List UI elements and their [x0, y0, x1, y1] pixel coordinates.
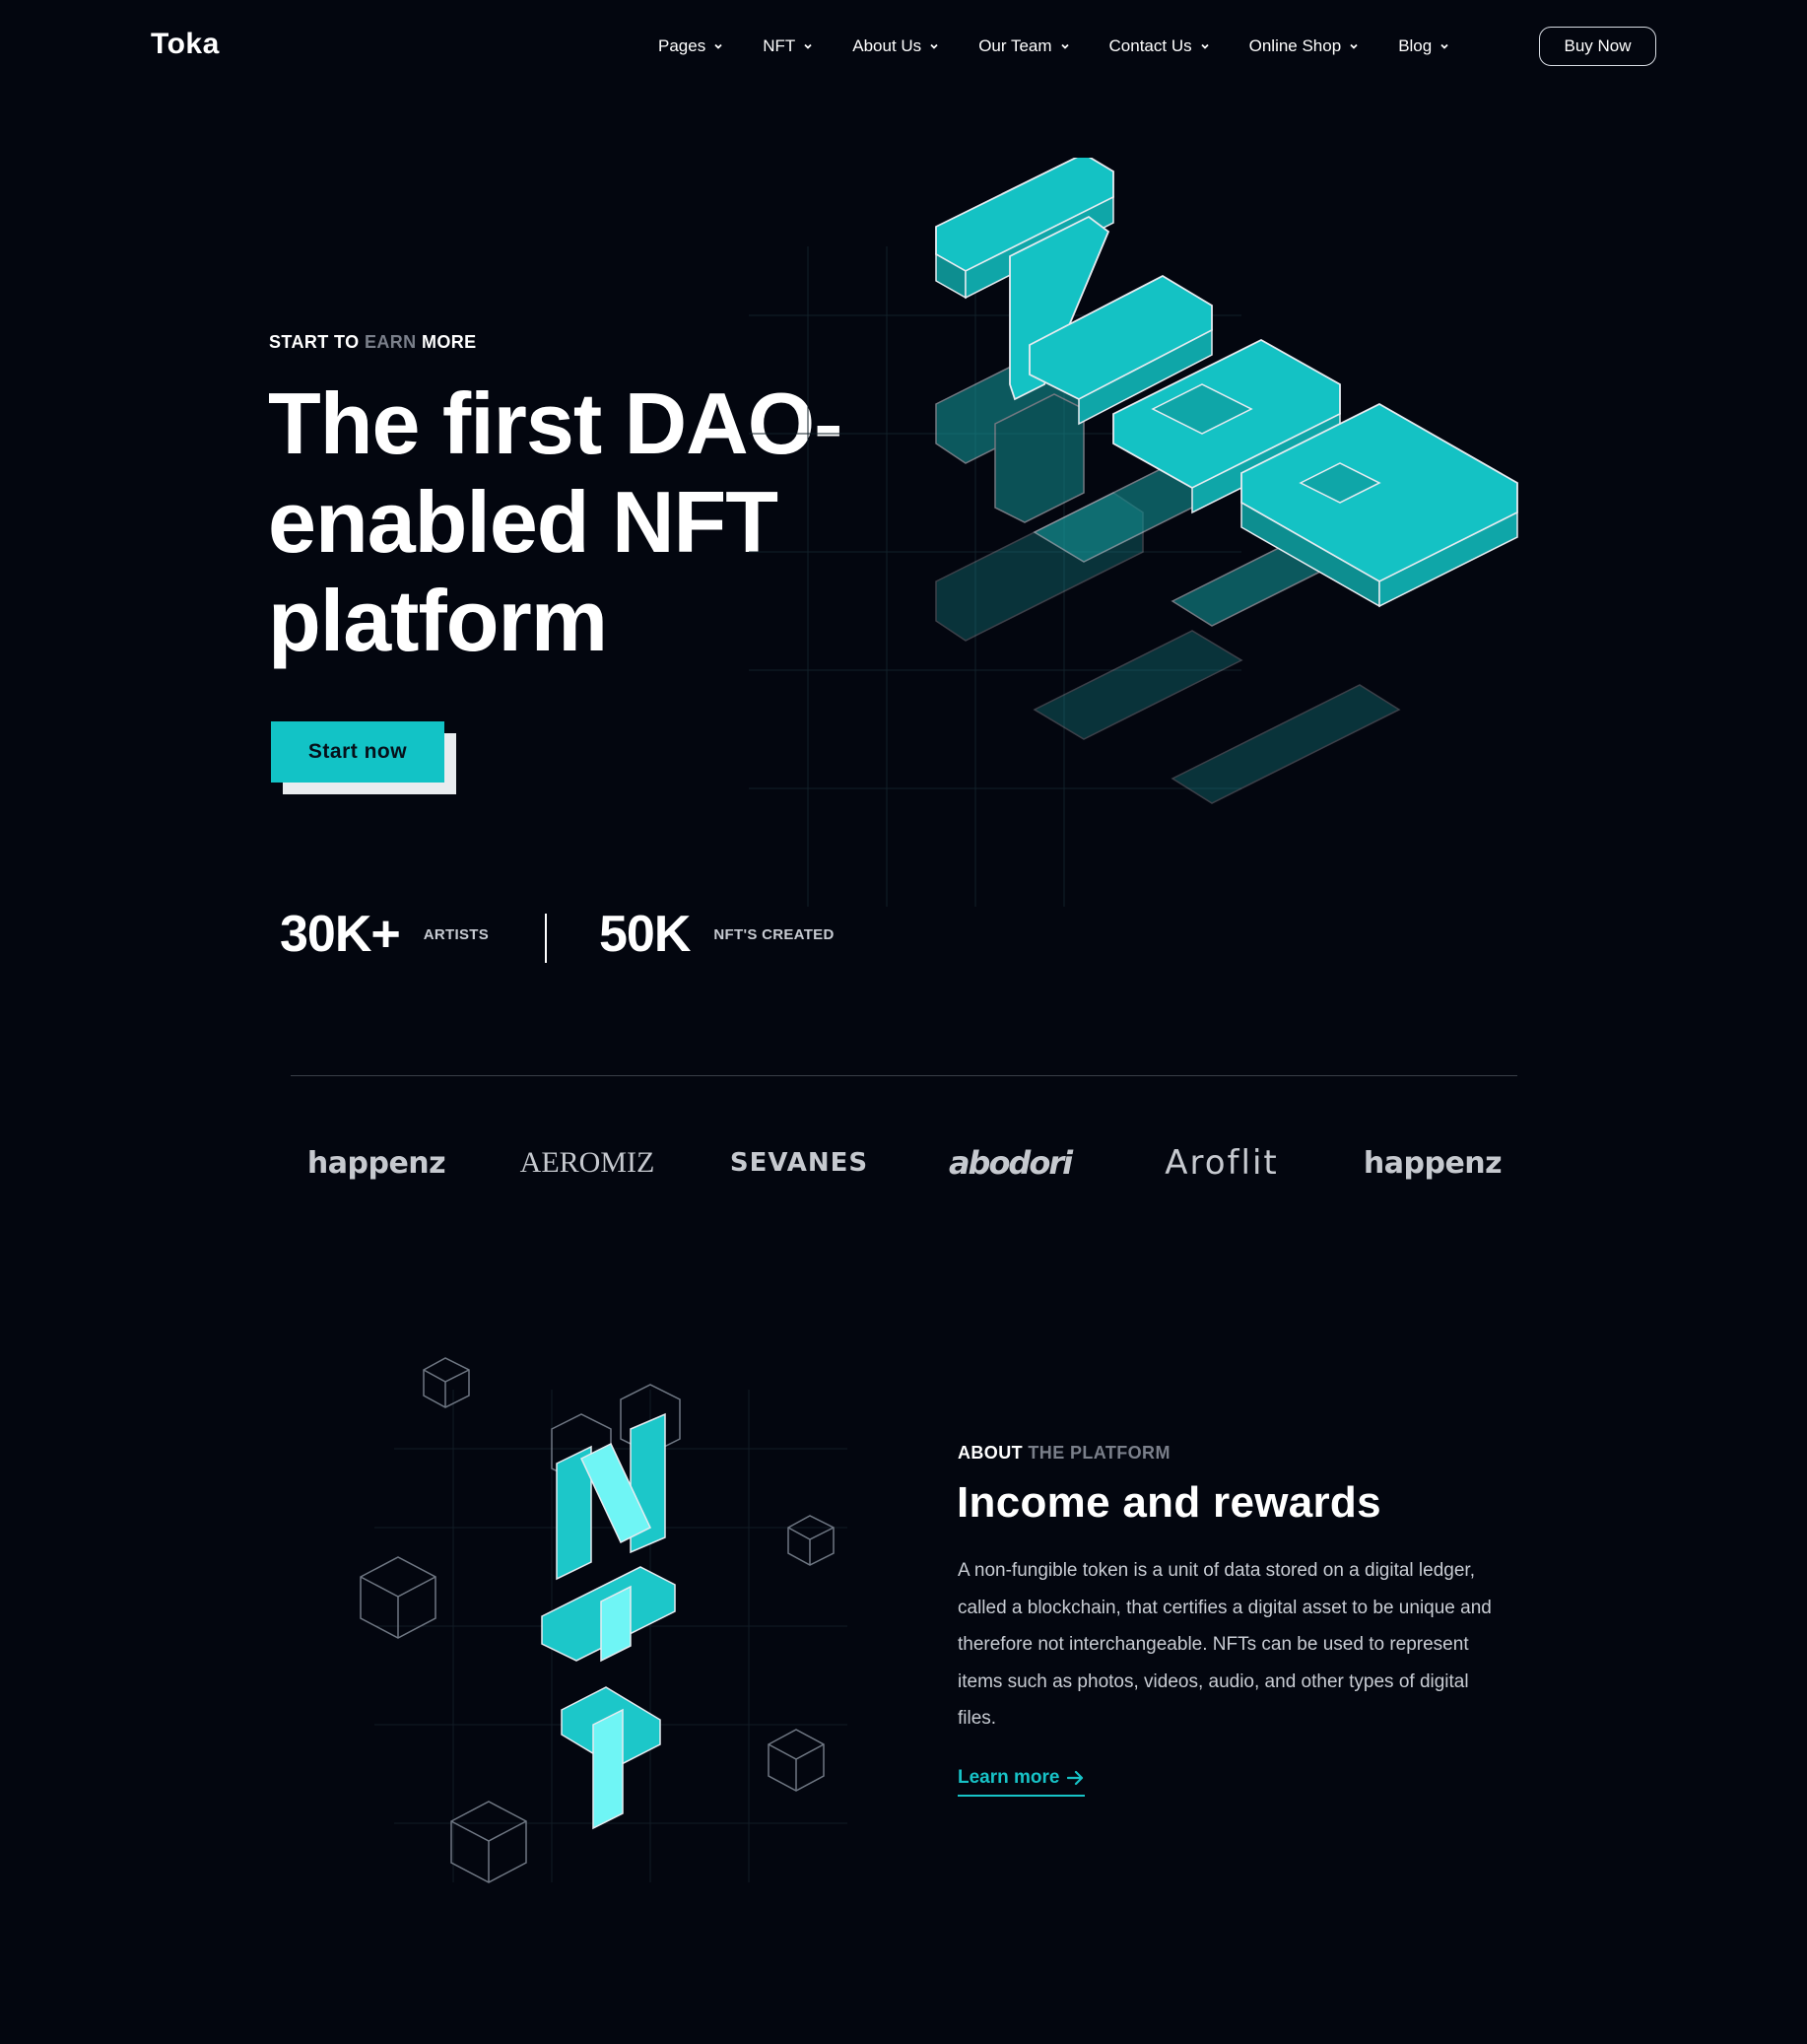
nav-item-label: Pages: [658, 36, 706, 55]
nav-item-label: About Us: [852, 36, 922, 55]
chevron-down-icon: [1350, 43, 1358, 49]
nav-item-label: Contact Us: [1108, 36, 1192, 55]
stat-value: 30K+: [280, 906, 401, 963]
nav-item-our-team[interactable]: Our Team: [978, 30, 1069, 63]
nav-item-blog[interactable]: Blog: [1398, 30, 1449, 63]
nav-item-about-us[interactable]: About Us: [852, 30, 939, 63]
nav-item-contact-us[interactable]: Contact Us: [1109, 30, 1210, 63]
nav-item-pages[interactable]: Pages: [658, 30, 723, 63]
partner-logo-aroflit[interactable]: Aroflit: [1133, 1133, 1310, 1192]
arrow-right-icon: [1067, 1770, 1084, 1786]
partner-logo-happenz[interactable]: happenz: [288, 1133, 465, 1192]
nav-item-nft[interactable]: NFT: [763, 30, 813, 63]
chevron-down-icon: [714, 43, 722, 49]
nav-item-label: Our Team: [978, 36, 1052, 55]
partner-logo-aeromiz[interactable]: AEROMIZ: [499, 1133, 676, 1192]
about-description: A non-fungible token is a unit of data s…: [958, 1560, 1492, 1729]
partner-logo-sevanes[interactable]: SEVANES: [710, 1133, 888, 1192]
eyebrow-highlight: THE PLATFORM: [1028, 1443, 1171, 1463]
start-now-button[interactable]: Start now: [271, 721, 444, 783]
eyebrow-text: ABOUT: [958, 1443, 1023, 1463]
chevron-down-icon: [930, 43, 938, 49]
chevron-down-icon: [1200, 43, 1209, 49]
eyebrow-text: MORE: [421, 332, 477, 352]
start-now-wrapper: Start now: [271, 721, 456, 794]
partner-logos: happenz AEROMIZ SEVANES abodori Aroflit …: [288, 1133, 1519, 1192]
eyebrow-text: START TO: [269, 332, 360, 352]
about-nft-3d-art: [360, 1357, 847, 1883]
partner-logo-abodori[interactable]: abodori: [921, 1133, 1099, 1192]
nav-item-online-shop[interactable]: Online Shop: [1249, 30, 1360, 63]
stat-artists: 30K+ ARTISTS: [280, 905, 489, 964]
learn-more-link[interactable]: Learn more: [958, 1767, 1086, 1797]
nav-item-label: NFT: [763, 36, 796, 55]
vertical-nft-letters[interactable]: [541, 1412, 676, 1830]
buy-now-button[interactable]: Buy Now: [1539, 27, 1656, 66]
nav-item-label: Blog: [1398, 36, 1433, 55]
brand-logo[interactable]: Toka: [151, 28, 220, 61]
hero-eyebrow: START TO EARN MORE: [269, 332, 477, 353]
chevron-down-icon: [1440, 43, 1448, 49]
partner-logo-happenz-2[interactable]: happenz: [1344, 1133, 1521, 1192]
chevron-down-icon: [1060, 43, 1069, 49]
about-title: Income and rewards: [957, 1478, 1381, 1527]
chevron-down-icon: [804, 43, 812, 49]
eyebrow-highlight: EARN: [364, 332, 417, 352]
hero-nft-3d-art: [749, 158, 1518, 907]
learn-more-label: Learn more: [958, 1767, 1060, 1788]
stat-value: 50K: [599, 906, 691, 963]
stat-label: ARTISTS: [423, 925, 490, 943]
main-nav: Pages NFT About Us Our Team Contact Us O…: [658, 30, 1489, 63]
about-eyebrow: ABOUT THE PLATFORM: [958, 1443, 1171, 1464]
stat-divider: [545, 914, 547, 963]
top-navigation: Toka Pages NFT About Us Our Team Contact…: [0, 0, 1807, 94]
nav-item-label: Online Shop: [1248, 36, 1342, 55]
section-divider: [291, 1075, 1517, 1076]
